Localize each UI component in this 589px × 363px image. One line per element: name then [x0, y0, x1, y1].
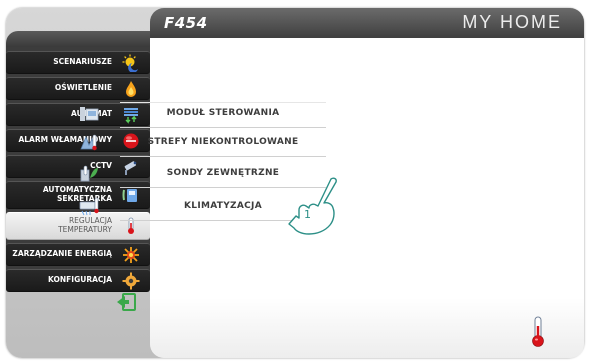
- lighting-flame-icon: [126, 81, 136, 97]
- device-model: F454: [164, 14, 208, 32]
- option-label: STREFY NIEKONTROLOWANE: [147, 137, 299, 147]
- option-uncontrolled-zones[interactable]: STREFY NIEKONTROLOWANE: [78, 131, 326, 157]
- sidebar-item-label: ZARZĄDZANIE ENERGIĄ: [12, 249, 112, 258]
- sidebar-item-energy[interactable]: ZARZĄDZANIE ENERGIĄ: [6, 243, 150, 266]
- air-conditioning-icon: [79, 197, 99, 216]
- configuration-gear-icon: [122, 272, 140, 290]
- external-probes-icon: [80, 165, 98, 182]
- sidebar-item-label: OŚWIETLENIE: [54, 83, 112, 92]
- uncontrolled-zones-icon: [80, 134, 97, 151]
- scenarios-sun-icon: [122, 54, 138, 72]
- sidebar-item-label: KONFIGURACJA: [48, 275, 112, 284]
- option-control-module[interactable]: MODUŁ STEROWANIA: [78, 102, 326, 128]
- callout-number: 1: [304, 208, 311, 221]
- brand-logo: MY HOME: [462, 12, 562, 32]
- back-exit-icon[interactable]: [115, 292, 137, 312]
- sidebar-item-lighting[interactable]: OŚWIETLENIE: [6, 77, 150, 100]
- device-frame: F454 MY HOME SCENARIUSZE OŚWIETLENIE AUT…: [0, 0, 589, 363]
- header-bar: F454 MY HOME: [150, 8, 584, 38]
- sidebar-cap: [6, 31, 150, 47]
- sidebar-item-label: SCENARIUSZE: [53, 57, 112, 66]
- thermometer-icon: [532, 316, 544, 347]
- energy-management-icon: [123, 247, 139, 263]
- control-module-icon: [80, 107, 99, 121]
- option-label: MODUŁ STEROWANIA: [166, 108, 280, 118]
- sidebar-item-scenarios[interactable]: SCENARIUSZE: [6, 51, 150, 74]
- pointing-hand-icon: [288, 177, 337, 235]
- sidebar-item-configuration[interactable]: KONFIGURACJA: [6, 269, 150, 292]
- option-divider: [120, 156, 326, 157]
- option-divider: [120, 127, 326, 128]
- option-divider: [120, 102, 326, 103]
